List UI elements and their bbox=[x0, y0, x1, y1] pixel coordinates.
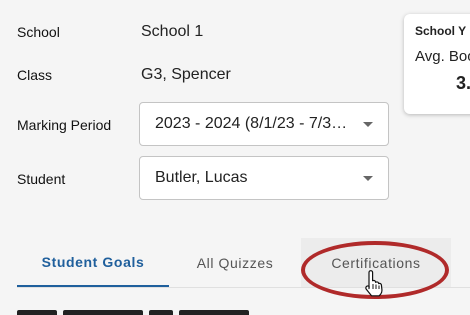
marking-period-value: 2023 - 2024 (8/1/23 - 7/31/24) bbox=[155, 115, 352, 132]
marking-period-label: Marking Period bbox=[17, 117, 112, 133]
school-label: School bbox=[17, 24, 60, 40]
student-select[interactable]: Butler, Lucas bbox=[139, 156, 389, 200]
chevron-down-icon bbox=[363, 122, 373, 127]
student-value: Butler, Lucas bbox=[155, 169, 248, 186]
section-heading-cutoff bbox=[17, 304, 317, 315]
school-value: School 1 bbox=[141, 23, 204, 40]
card-value: 3. bbox=[456, 73, 470, 93]
school-year-summary-card: School Y Avg. Boo 3. bbox=[404, 14, 470, 114]
student-label: Student bbox=[17, 171, 66, 187]
class-value: G3, Spencer bbox=[141, 66, 231, 83]
marking-period-select[interactable]: 2023 - 2024 (8/1/23 - 7/31/24) bbox=[139, 102, 389, 146]
chevron-down-icon bbox=[363, 176, 373, 181]
tab-all-quizzes[interactable]: All Quizzes bbox=[169, 238, 301, 287]
tab-student-goals[interactable]: Student Goals bbox=[17, 238, 169, 287]
class-label: Class bbox=[17, 67, 53, 83]
card-title: School Y bbox=[415, 24, 467, 38]
hand-pointer-icon bbox=[365, 270, 383, 297]
card-subtitle: Avg. Boo bbox=[415, 48, 470, 65]
